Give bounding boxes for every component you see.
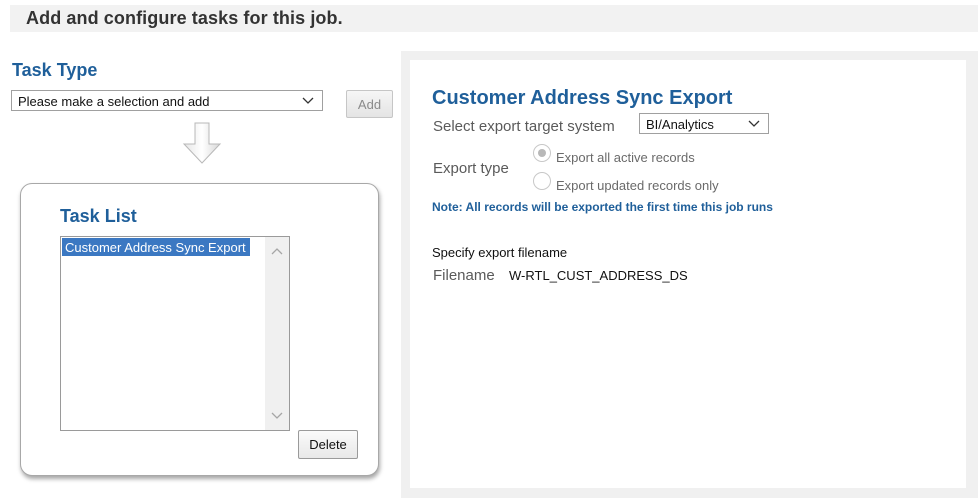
target-system-value: BI/Analytics: [646, 117, 714, 132]
task-list-heading: Task List: [60, 206, 137, 226]
chevron-up-icon[interactable]: [270, 245, 284, 257]
export-all-label: Export all active records: [556, 150, 695, 165]
chevron-down-icon: [748, 120, 760, 127]
target-system-select[interactable]: BI/Analytics: [639, 113, 769, 134]
specify-filename-label: Specify export filename: [432, 245, 568, 260]
task-type-select-value: Please make a selection and add: [18, 94, 210, 109]
chevron-down-icon[interactable]: [270, 410, 284, 422]
filename-value: W-RTL_CUST_ADDRESS_DS: [509, 268, 688, 283]
task-list-panel: Task List Customer Address Sync Export D…: [20, 183, 379, 476]
delete-task-button[interactable]: Delete: [298, 430, 358, 459]
task-list-scrollbar[interactable]: [265, 237, 289, 430]
page-header: Add and configure tasks for this job.: [10, 5, 978, 32]
arrow-down-icon: [182, 122, 222, 164]
chevron-down-icon: [302, 97, 314, 104]
page-title: Add and configure tasks for this job.: [26, 8, 343, 28]
task-list-item-selected[interactable]: Customer Address Sync Export: [62, 238, 250, 256]
task-listbox[interactable]: Customer Address Sync Export: [60, 236, 290, 431]
export-updated-label: Export updated records only: [556, 178, 719, 193]
export-updated-radio[interactable]: [533, 172, 551, 190]
add-task-button[interactable]: Add: [346, 90, 393, 118]
filename-label: Filename: [433, 267, 495, 284]
task-config-title: Customer Address Sync Export: [432, 87, 733, 109]
export-type-label: Export type: [433, 160, 509, 177]
task-config-panel: Customer Address Sync Export Select expo…: [410, 60, 966, 488]
task-type-select[interactable]: Please make a selection and add: [11, 90, 323, 111]
export-all-radio[interactable]: [533, 144, 551, 162]
target-system-label: Select export target system: [433, 118, 615, 135]
export-note: Note: All records will be exported the f…: [432, 200, 773, 214]
task-config-frame: Customer Address Sync Export Select expo…: [401, 51, 978, 498]
task-type-heading: Task Type: [12, 60, 98, 80]
